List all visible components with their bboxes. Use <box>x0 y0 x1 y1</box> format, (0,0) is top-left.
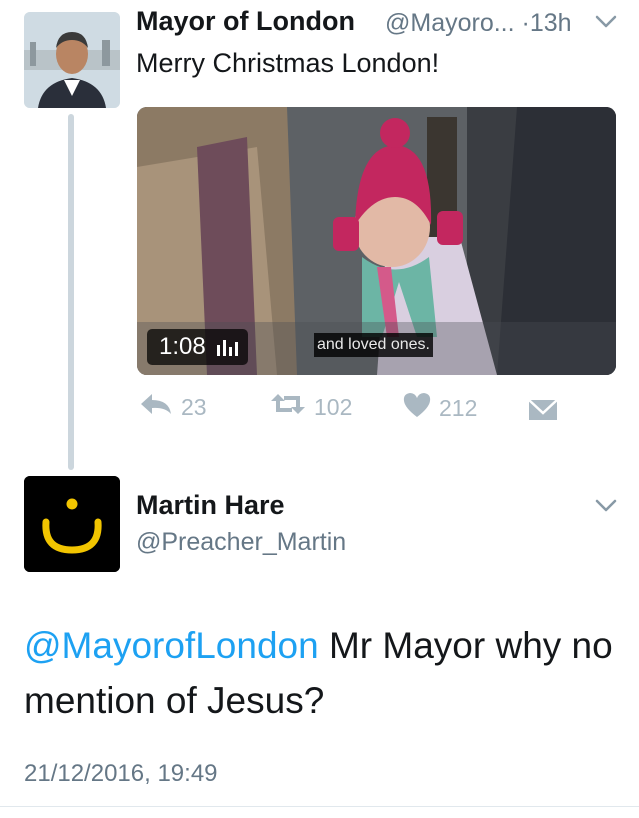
mention-link[interactable]: @MayorofLondon <box>24 625 319 666</box>
author-handle[interactable]: @Mayoro... <box>385 9 515 37</box>
chevron-down-icon[interactable] <box>594 498 618 519</box>
retweet-button[interactable]: 102 <box>270 392 352 422</box>
meta-separator: · <box>521 9 530 37</box>
video-caption: and loved ones. <box>314 333 433 357</box>
divider <box>0 806 639 807</box>
thread-connector-line <box>68 114 74 470</box>
author-handle[interactable]: @Preacher_Martin <box>136 528 346 557</box>
like-button[interactable]: 212 <box>403 392 477 424</box>
retweet-count: 102 <box>314 393 353 420</box>
chevron-down-icon[interactable] <box>594 14 618 35</box>
video-duration-badge: 1:08 <box>147 329 248 365</box>
reply-icon <box>139 392 173 422</box>
author-name[interactable]: Mayor of London <box>136 6 355 37</box>
avatar-martin-hare[interactable] <box>24 476 120 572</box>
reply-count: 23 <box>181 393 207 420</box>
nun-symbol-icon <box>24 476 120 572</box>
tweet-timestamp[interactable]: 13h <box>530 9 572 37</box>
avatar-portrait-icon <box>24 12 120 108</box>
reply-button[interactable]: 23 <box>139 392 207 422</box>
like-count: 212 <box>439 394 478 421</box>
direct-message-icon[interactable] <box>528 399 558 426</box>
video-duration: 1:08 <box>159 333 206 360</box>
tweet-text: @MayorofLondon Mr Mayor why no mention o… <box>24 618 624 728</box>
avatar-mayor-of-london[interactable] <box>24 12 120 108</box>
retweet-icon <box>270 392 306 422</box>
tweet-meta: @Mayoro... ·13h <box>385 9 572 38</box>
audio-bars-icon <box>216 338 238 356</box>
author-name[interactable]: Martin Hare <box>136 490 285 521</box>
tweet-date[interactable]: 21/12/2016, 19:49 <box>24 760 218 788</box>
heart-icon <box>403 392 431 424</box>
video-player[interactable]: 1:08 and loved ones. <box>137 107 616 375</box>
tweet-text: Merry Christmas London! <box>136 48 440 78</box>
